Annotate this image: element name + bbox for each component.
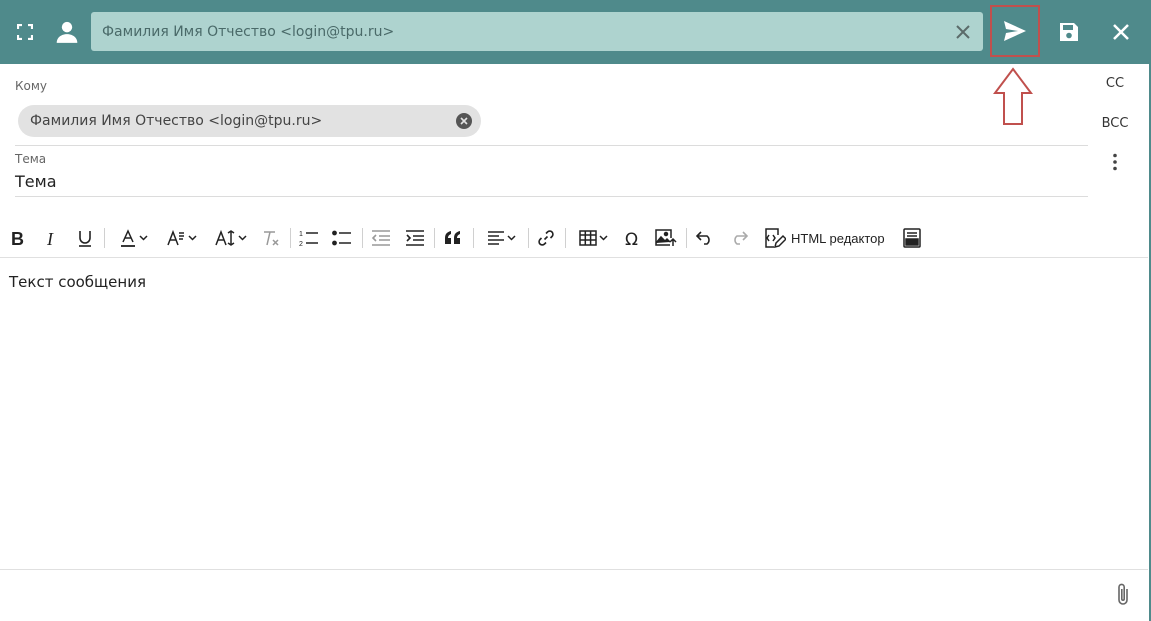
underline-icon[interactable]	[73, 222, 97, 254]
subject-divider	[15, 196, 1088, 197]
toolbar-separator	[473, 228, 474, 248]
svg-text:I: I	[46, 230, 54, 246]
close-icon	[1113, 24, 1129, 40]
message-body[interactable]: Текст сообщения	[9, 273, 146, 291]
svg-text:Ω: Ω	[625, 230, 638, 247]
outdent-icon[interactable]	[369, 222, 393, 254]
toolbar-separator	[686, 228, 687, 248]
send-icon	[1004, 21, 1026, 41]
fullscreen-icon[interactable]	[5, 12, 45, 52]
toolbar-separator	[528, 228, 529, 248]
blockquote-icon[interactable]	[441, 222, 465, 254]
user-icon[interactable]	[47, 12, 87, 52]
indent-icon[interactable]	[403, 222, 427, 254]
to-divider	[15, 145, 1088, 146]
save-icon	[1060, 23, 1078, 41]
from-value: Фамилия Имя Отчество <login@tpu.ru>	[102, 23, 395, 40]
toolbar-separator	[434, 228, 435, 248]
html-editor-icon	[765, 228, 786, 248]
toolbar-divider	[0, 257, 1148, 258]
remove-format-icon[interactable]	[259, 222, 283, 254]
send-button[interactable]	[990, 5, 1040, 57]
font-size-icon[interactable]	[209, 222, 251, 254]
editor-toolbar: B I 12 Ω HTML редактор	[0, 222, 1151, 254]
bcc-button[interactable]: BCC	[1095, 116, 1135, 131]
insert-image-icon[interactable]	[654, 222, 678, 254]
italic-icon[interactable]: I	[40, 222, 64, 254]
font-family-icon[interactable]	[161, 222, 201, 254]
html-editor-button[interactable]: HTML редактор	[764, 222, 890, 254]
table-icon[interactable]	[572, 222, 614, 254]
link-icon[interactable]	[534, 222, 558, 254]
subject-input[interactable]: Тема	[15, 172, 57, 191]
numbered-list-icon[interactable]: 12	[297, 222, 321, 254]
text-color-icon[interactable]	[113, 222, 153, 254]
toolbar-separator	[104, 228, 105, 248]
redo-icon[interactable]	[727, 222, 751, 254]
svg-text:B: B	[11, 230, 24, 246]
bold-icon[interactable]: B	[6, 222, 30, 254]
attachment-icon[interactable]	[1111, 581, 1135, 609]
bulleted-list-icon[interactable]	[330, 222, 354, 254]
subject-label: Тема	[15, 152, 47, 166]
save-button[interactable]	[1049, 12, 1089, 52]
svg-text:2: 2	[299, 241, 303, 247]
more-options-icon[interactable]	[1095, 153, 1135, 175]
from-field[interactable]: Фамилия Имя Отчество <login@tpu.ru>	[91, 12, 983, 51]
footer-divider	[0, 569, 1148, 570]
to-label: Кому	[15, 79, 48, 93]
svg-text:1: 1	[299, 231, 303, 238]
toolbar-separator	[362, 228, 363, 248]
html-editor-label: HTML редактор	[791, 230, 885, 246]
undo-icon[interactable]	[693, 222, 717, 254]
toolbar-separator	[565, 228, 566, 248]
cc-button[interactable]: CC	[1095, 76, 1135, 91]
align-icon[interactable]	[480, 222, 522, 254]
compose-header: Фамилия Имя Отчество <login@tpu.ru>	[0, 0, 1151, 621]
remove-recipient-icon[interactable]	[456, 113, 472, 129]
clear-icon[interactable]	[943, 12, 983, 51]
close-button[interactable]	[1101, 12, 1141, 52]
recipient-chip[interactable]: Фамилия Имя Отчество <login@tpu.ru>	[18, 105, 481, 137]
annotation-arrow-icon	[993, 67, 1033, 125]
source-code-icon[interactable]	[900, 222, 924, 254]
recipient-chip-text: Фамилия Имя Отчество <login@tpu.ru>	[30, 113, 323, 129]
toolbar-separator	[290, 228, 291, 248]
special-character-icon[interactable]: Ω	[621, 222, 645, 254]
